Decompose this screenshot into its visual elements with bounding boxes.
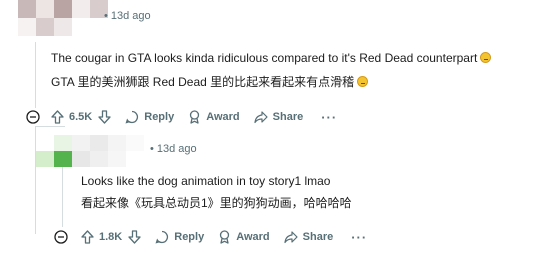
collapse-thread-button[interactable] — [26, 110, 40, 124]
upvote-button[interactable]: 1.8K — [81, 230, 122, 244]
comment-1-actions: 6.5K Reply Award Share ··· — [51, 105, 337, 129]
award-icon — [220, 230, 230, 244]
downvote-arrow-icon — [98, 110, 111, 124]
share-arrow-icon — [284, 231, 298, 244]
comment-1-text-en: The cougar in GTA looks kinda ridiculous… — [51, 50, 492, 66]
face-emoji-icon — [480, 52, 492, 63]
reply-button[interactable]: Reply — [125, 110, 174, 124]
comment-2-username-mosaic — [36, 135, 144, 167]
downvote-button[interactable] — [98, 110, 111, 124]
upvote-arrow-icon — [81, 230, 94, 244]
award-icon — [190, 110, 200, 124]
upvote-arrow-icon — [51, 110, 64, 124]
comment-2-text-en: Looks like the dog animation in toy stor… — [81, 174, 331, 188]
comment-2-timestamp: • 13d ago — [150, 143, 197, 155]
comment-2-text-zh: 看起来像《玩具总动员1》里的狗狗动画，哈哈哈哈 — [81, 196, 352, 210]
reply-button[interactable]: Reply — [155, 230, 204, 244]
comment-2-actions: 1.8K Reply Award Share ··· — [81, 225, 367, 249]
more-options-button[interactable]: ··· — [321, 110, 337, 125]
comment-bubble-icon — [125, 110, 139, 124]
thread-line-1 — [35, 42, 36, 108]
share-button[interactable]: Share — [284, 230, 333, 244]
comment-1-username-mosaic — [18, 0, 108, 36]
award-button[interactable]: Award — [218, 230, 270, 244]
award-button[interactable]: Award — [188, 110, 240, 124]
vote-score: 1.8K — [99, 231, 123, 243]
collapse-reply-button[interactable] — [54, 230, 68, 244]
comment-1-text-zh: GTA 里的美洲狮跟 Red Dead 里的比起来看起来有点滑稽 — [51, 74, 369, 90]
share-button[interactable]: Share — [254, 110, 303, 124]
vote-score: 6.5K — [69, 111, 93, 123]
downvote-button[interactable] — [128, 230, 141, 244]
share-arrow-icon — [254, 111, 268, 124]
face-emoji-icon — [357, 76, 369, 87]
more-options-button[interactable]: ··· — [351, 230, 367, 245]
thread-line-3 — [62, 167, 63, 227]
downvote-arrow-icon — [128, 230, 141, 244]
upvote-button[interactable]: 6.5K — [51, 110, 92, 124]
comment-bubble-icon — [155, 230, 169, 244]
comment-1-timestamp: • 13d ago — [104, 10, 151, 22]
